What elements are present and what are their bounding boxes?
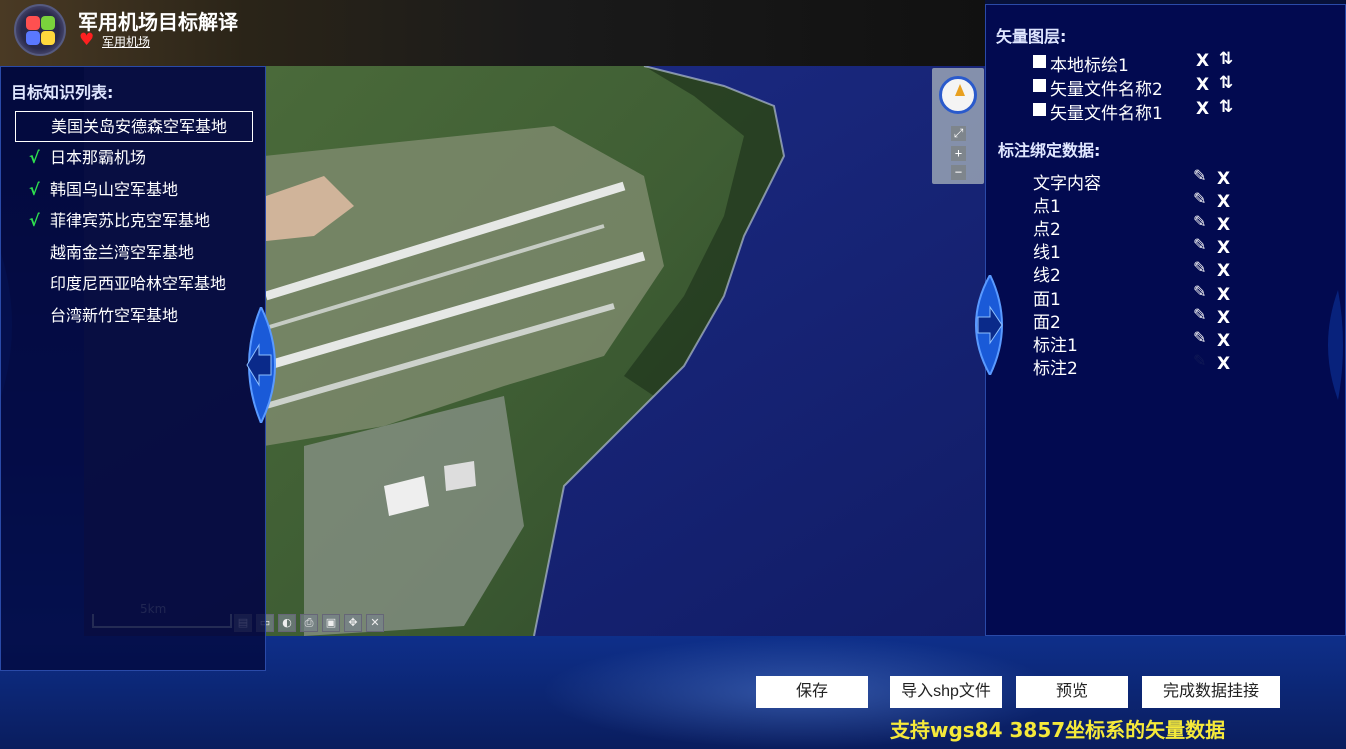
- layer-row: 矢量文件名称1 X ⇅: [1033, 97, 1293, 124]
- tool-measure-icon[interactable]: ◐: [278, 614, 296, 632]
- app-logo-icon: [14, 4, 66, 56]
- target-item-label: 台湾新竹空军基地: [50, 305, 179, 325]
- binding-label: 文字内容: [1033, 174, 1101, 194]
- target-item-label: 菲律宾苏比克空军基地: [50, 211, 211, 230]
- binding-data-title: 标注绑定数据:: [998, 141, 1101, 160]
- reorder-icon[interactable]: ⇅: [1219, 97, 1233, 117]
- binding-label: 点2: [1033, 220, 1061, 240]
- target-list: 美国关岛安德森空军基地 √ 日本那霸机场 √ 韩国乌山空军基地 √ 菲律宾苏比克…: [15, 111, 253, 331]
- compass-icon[interactable]: [939, 76, 977, 114]
- collapse-left-panel-button[interactable]: [241, 307, 287, 423]
- target-item-label: 日本那霸机场: [50, 148, 147, 167]
- import-shp-button[interactable]: 导入shp文件: [890, 676, 1002, 708]
- layer-row: 本地标绘1 X ⇅: [1033, 49, 1293, 76]
- binding-row: 标注2 ✎ X: [1033, 351, 1293, 379]
- target-list-title: 目标知识列表:: [11, 83, 114, 102]
- binding-label: 面1: [1033, 290, 1061, 310]
- target-item-halim[interactable]: 印度尼西亚哈林空军基地: [15, 268, 253, 300]
- save-button[interactable]: 保存: [756, 676, 868, 708]
- binding-label: 标注2: [1033, 359, 1078, 379]
- delete-binding-button[interactable]: X: [1217, 331, 1230, 351]
- check-icon: √: [29, 179, 40, 199]
- app-header: 军用机场目标解译 ♥ 军用机场: [0, 0, 985, 66]
- delete-layer-button[interactable]: X: [1196, 75, 1209, 95]
- pencil-icon[interactable]: ✎: [1193, 258, 1206, 277]
- binding-label: 点1: [1033, 197, 1061, 217]
- delete-binding-button[interactable]: X: [1217, 285, 1230, 305]
- delete-binding-button[interactable]: X: [1217, 215, 1230, 235]
- target-item-subic[interactable]: √ 菲律宾苏比克空军基地: [15, 205, 253, 237]
- layer-label: 矢量文件名称1: [1050, 104, 1163, 124]
- target-knowledge-panel: 目标知识列表: 美国关岛安德森空军基地 √ 日本那霸机场 √ 韩国乌山空军基地 …: [0, 66, 276, 671]
- target-item-hsinchu[interactable]: 台湾新竹空军基地: [15, 300, 253, 332]
- target-item-label: 印度尼西亚哈林空军基地: [50, 274, 227, 293]
- pencil-icon[interactable]: ✎: [1193, 328, 1206, 347]
- layer-checkbox[interactable]: [1033, 55, 1046, 68]
- target-item-label: 韩国乌山空军基地: [50, 179, 179, 199]
- tool-close-icon[interactable]: ✕: [366, 614, 384, 632]
- binding-row: 文字内容 ✎ X: [1033, 166, 1293, 194]
- pencil-icon: ✎: [1193, 351, 1207, 370]
- binding-label: 线1: [1033, 243, 1061, 263]
- delete-layer-button[interactable]: X: [1196, 51, 1209, 71]
- vector-layer-panel: 矢量图层: 本地标绘1 X ⇅ 矢量文件名称2 X ⇅ 矢量文件名称1 X ⇅ …: [975, 4, 1346, 636]
- pencil-icon[interactable]: ✎: [1193, 166, 1206, 185]
- app-title: 军用机场目标解译: [78, 10, 238, 34]
- target-item-cam-ranh[interactable]: 越南金兰湾空军基地: [15, 237, 253, 269]
- layer-checkbox[interactable]: [1033, 79, 1046, 92]
- tool-capture-icon[interactable]: ▣: [322, 614, 340, 632]
- layer-label: 本地标绘1: [1050, 56, 1129, 76]
- binding-row: 线1 ✎ X: [1033, 235, 1293, 263]
- zoom-in-button[interactable]: +: [951, 146, 966, 161]
- delete-binding-button[interactable]: X: [1217, 169, 1230, 189]
- pencil-icon[interactable]: ✎: [1193, 189, 1206, 208]
- binding-row: 点1 ✎ X: [1033, 189, 1293, 217]
- pencil-icon[interactable]: ✎: [1193, 212, 1206, 231]
- tool-pan-icon[interactable]: ✥: [344, 614, 362, 632]
- target-item-label: 美国关岛安德森空军基地: [51, 117, 228, 136]
- target-item-guam-andersen[interactable]: 美国关岛安德森空军基地: [15, 111, 253, 142]
- target-item-osan[interactable]: √ 韩国乌山空军基地: [15, 174, 253, 206]
- delete-layer-button[interactable]: X: [1196, 99, 1209, 119]
- delete-binding-button[interactable]: X: [1217, 308, 1230, 328]
- delete-binding-button[interactable]: X: [1217, 238, 1230, 258]
- pencil-icon[interactable]: ✎: [1193, 282, 1206, 301]
- heart-icon: ♥: [79, 30, 95, 50]
- edge-arrow-right-icon: [1328, 290, 1343, 400]
- layer-row: 矢量文件名称2 X ⇅: [1033, 73, 1293, 100]
- fullscreen-button[interactable]: ⤢: [951, 126, 966, 141]
- target-item-label: 越南金兰湾空军基地: [50, 242, 195, 262]
- zoom-out-button[interactable]: −: [951, 165, 966, 180]
- target-item-naha[interactable]: √ 日本那霸机场: [15, 142, 253, 174]
- subtitle-link[interactable]: 军用机场: [102, 33, 150, 50]
- map-navigation-control: ⤢ + −: [932, 68, 984, 184]
- check-icon: √: [29, 211, 40, 230]
- vector-layers-title: 矢量图层:: [996, 27, 1067, 46]
- finish-data-binding-button[interactable]: 完成数据挂接: [1142, 676, 1280, 708]
- binding-row: 面2 ✎ X: [1033, 305, 1293, 333]
- pencil-icon[interactable]: ✎: [1193, 235, 1206, 254]
- layer-checkbox[interactable]: [1033, 103, 1046, 116]
- check-icon: √: [29, 148, 40, 167]
- binding-label: 标注1: [1033, 336, 1078, 356]
- coordinate-system-notice: 支持wgs84 3857坐标系的矢量数据: [890, 718, 1226, 742]
- reorder-icon[interactable]: ⇅: [1219, 73, 1233, 93]
- binding-label: 线2: [1033, 266, 1061, 286]
- binding-row: 标注1 ✎ X: [1033, 328, 1293, 356]
- binding-row: 面1 ✎ X: [1033, 282, 1293, 310]
- delete-binding-button[interactable]: X: [1217, 354, 1230, 374]
- pencil-icon[interactable]: ✎: [1193, 305, 1206, 324]
- binding-row: 线2 ✎ X: [1033, 258, 1293, 286]
- binding-label: 面2: [1033, 313, 1061, 333]
- delete-binding-button[interactable]: X: [1217, 261, 1230, 281]
- expand-right-panel-button[interactable]: [964, 275, 1010, 375]
- reorder-icon[interactable]: ⇅: [1219, 49, 1233, 69]
- binding-row: 点2 ✎ X: [1033, 212, 1293, 240]
- tool-print-icon[interactable]: ⎙: [300, 614, 318, 632]
- delete-binding-button[interactable]: X: [1217, 192, 1230, 212]
- layer-label: 矢量文件名称2: [1050, 80, 1163, 100]
- preview-button[interactable]: 预览: [1016, 676, 1128, 708]
